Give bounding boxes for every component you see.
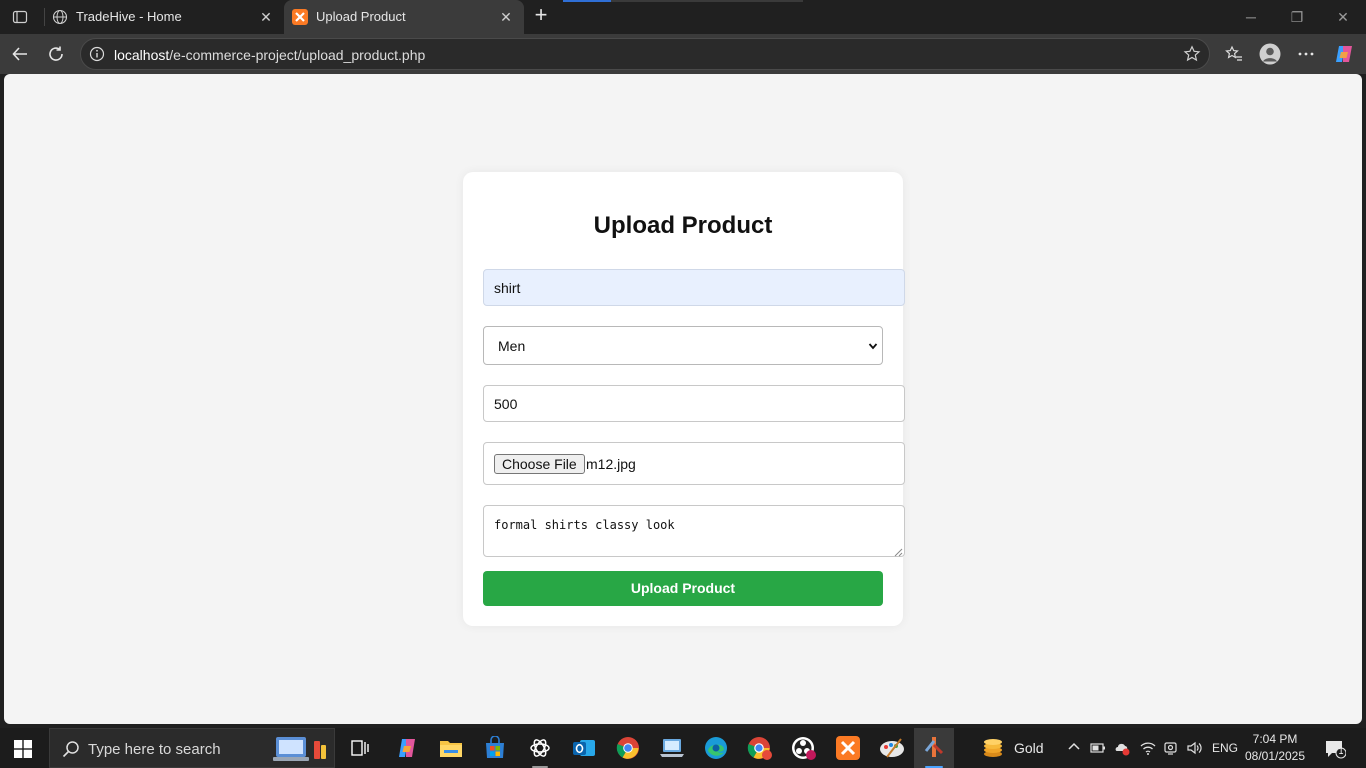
file-explorer-icon[interactable] — [437, 734, 465, 762]
url-text[interactable]: localhost/e-commerce-project/upload_prod… — [114, 47, 425, 63]
windows-start-icon[interactable] — [14, 740, 32, 758]
close-icon[interactable]: ✕ — [498, 9, 514, 25]
loading-indicator — [563, 0, 611, 2]
tab-strip: TradeHive - Home ✕ Upload Product ✕ + ─ … — [0, 0, 1366, 34]
favorite-star-icon[interactable] — [1183, 45, 1201, 63]
close-window-icon[interactable]: ✕ — [1332, 6, 1354, 28]
battery-icon[interactable] — [1090, 740, 1106, 756]
microsoft-store-icon[interactable] — [481, 734, 509, 762]
system-clock[interactable]: 7:04 PM 08/01/2025 — [1244, 731, 1306, 765]
close-icon[interactable]: ✕ — [258, 9, 274, 25]
form-title: Upload Product — [593, 212, 773, 239]
profile-avatar-icon[interactable] — [1258, 42, 1282, 66]
clock-time: 7:04 PM — [1252, 732, 1298, 746]
copilot-icon[interactable] — [1332, 42, 1356, 66]
product-name-value: shirt — [494, 280, 521, 296]
tab-upload-product[interactable]: Upload Product ✕ — [284, 0, 524, 34]
address-bar[interactable]: localhost/e-commerce-project/upload_prod… — [80, 38, 1210, 70]
search-placeholder: Type here to search — [88, 741, 221, 758]
refresh-icon[interactable] — [44, 42, 68, 66]
copilot-app-icon[interactable] — [393, 734, 421, 762]
page-viewport: Upload Product shirt Men 500 Choose File… — [4, 74, 1362, 724]
url-host: localhost — [114, 47, 170, 63]
chrome-profile-icon[interactable] — [746, 734, 774, 762]
choose-file-button[interactable]: Choose File — [494, 454, 585, 474]
edge-icon[interactable] — [702, 734, 730, 762]
windows-taskbar: Type here to search Gold ENG 7:04 PM 08/… — [0, 728, 1366, 768]
price-value: 500 — [494, 396, 518, 412]
clock-date: 08/01/2025 — [1244, 749, 1306, 763]
obs-icon[interactable] — [790, 734, 818, 762]
tab-tradehive-home[interactable]: TradeHive - Home ✕ — [44, 0, 284, 34]
price-input[interactable]: 500 — [483, 385, 905, 422]
upload-product-button[interactable]: Upload Product — [483, 571, 883, 606]
search-highlight-illustration-icon[interactable] — [272, 735, 330, 763]
favorites-icon[interactable] — [1222, 42, 1246, 66]
paint-icon[interactable] — [878, 734, 906, 762]
restore-icon[interactable]: ❐ — [1286, 6, 1308, 28]
description-value: formal shirts classy look — [494, 518, 675, 532]
input-language[interactable]: ENG — [1212, 741, 1238, 755]
notification-center-icon[interactable]: 1 — [1324, 739, 1347, 759]
product-name-input[interactable]: shirt — [483, 269, 905, 306]
chevron-down-icon — [868, 339, 878, 353]
url-path: /e-commerce-project/upload_product.php — [169, 47, 426, 63]
chrome-icon[interactable] — [614, 734, 642, 762]
description-textarea[interactable]: formal shirts classy look — [483, 505, 905, 557]
tab-label: TradeHive - Home — [76, 9, 182, 24]
task-view-icon[interactable] — [346, 734, 374, 762]
webcam-icon[interactable] — [1163, 740, 1179, 756]
search-icon — [62, 740, 80, 758]
wifi-icon[interactable] — [1140, 740, 1156, 756]
notification-count: 1 — [1338, 746, 1344, 756]
back-arrow-icon[interactable] — [8, 42, 32, 66]
selected-file-name: m12.jpg — [586, 456, 636, 472]
new-tab-button[interactable]: + — [530, 4, 552, 27]
tab-label: Upload Product — [316, 9, 406, 24]
minimize-icon[interactable]: ─ — [1240, 6, 1262, 28]
more-options-icon[interactable] — [1294, 42, 1318, 66]
globe-icon — [52, 9, 68, 25]
image-file-input[interactable]: Choose File m12.jpg — [483, 442, 905, 485]
laptop-app-icon[interactable] — [658, 734, 686, 762]
category-value: Men — [498, 338, 526, 354]
browser-toolbar: localhost/e-commerce-project/upload_prod… — [0, 34, 1366, 74]
volume-icon[interactable] — [1186, 740, 1202, 756]
tab-actions-menu-icon[interactable] — [8, 6, 32, 28]
info-icon[interactable] — [89, 46, 105, 62]
xampp-app-icon[interactable] — [834, 734, 862, 762]
resize-handle-icon[interactable] — [894, 546, 903, 557]
gold-coins-icon[interactable] — [982, 738, 1004, 758]
vpn-status-icon[interactable] — [1114, 740, 1130, 756]
taskbar-search-box[interactable]: Type here to search — [49, 728, 335, 768]
outlook-icon[interactable] — [570, 734, 598, 762]
upload-product-form: Upload Product shirt Men 500 Choose File… — [463, 172, 905, 626]
chatgpt-icon[interactable] — [526, 734, 554, 762]
git-app-icon[interactable] — [920, 734, 948, 762]
category-select[interactable]: Men — [483, 326, 883, 365]
chevron-up-icon[interactable] — [1066, 740, 1082, 756]
xampp-icon — [292, 9, 308, 25]
widget-label[interactable]: Gold — [1014, 740, 1044, 756]
